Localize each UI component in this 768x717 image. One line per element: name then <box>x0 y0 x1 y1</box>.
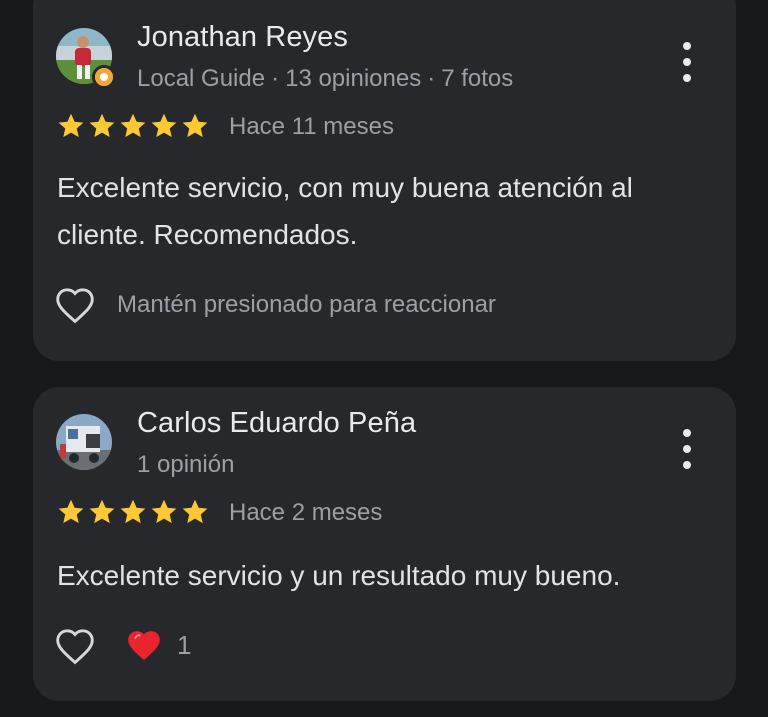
review-date: Hace 11 meses <box>229 113 394 140</box>
star-icon <box>89 113 115 138</box>
review-text: Excelente servicio, con muy buena atenci… <box>57 172 633 250</box>
star-icon <box>182 499 208 524</box>
review-count: 1 opinión <box>137 451 235 478</box>
star-icon <box>151 499 177 524</box>
star-icon <box>58 113 84 138</box>
star-icon <box>151 113 177 138</box>
star-icon <box>89 499 115 524</box>
more-vert-icon <box>683 429 691 437</box>
review-card: Carlos Eduardo Peña 1 opinión Hace 2 mes… <box>33 387 736 701</box>
review-count: 13 opiniones <box>285 65 422 92</box>
author-name[interactable]: Jonathan Reyes <box>137 21 348 54</box>
heart-outline-icon[interactable] <box>54 286 96 324</box>
author-meta: 1 opinión <box>137 451 234 479</box>
author-name[interactable]: Carlos Eduardo Peña <box>137 407 416 440</box>
review-text: Excelente servicio y un resultado muy bu… <box>57 560 621 591</box>
review-card: Jonathan Reyes Local Guide · 13 opiniones ·… <box>33 0 736 361</box>
photo-count: 7 fotos <box>441 65 514 92</box>
star-rating <box>56 111 210 141</box>
author-meta: Local Guide · 13 opiniones · 7 fotos <box>137 65 513 93</box>
more-vert-icon <box>683 42 691 50</box>
heart-outline-icon[interactable] <box>54 627 96 665</box>
star-icon <box>182 113 208 138</box>
meta-separator: · <box>427 65 436 92</box>
more-options-button[interactable] <box>675 42 699 82</box>
local-guide-label: Local Guide <box>137 65 266 92</box>
star-rating <box>56 497 210 527</box>
star-icon <box>120 113 146 138</box>
review-date: Hace 2 meses <box>229 499 383 526</box>
star-icon <box>58 499 84 524</box>
reaction-count: 1 <box>177 629 192 660</box>
avatar[interactable] <box>56 414 112 470</box>
local-guide-badge-icon <box>92 65 116 89</box>
heart-filled-icon <box>128 631 160 661</box>
reaction-chip[interactable]: 1 <box>125 627 191 663</box>
star-icon <box>120 499 146 524</box>
meta-separator: · <box>271 65 280 92</box>
more-options-button[interactable] <box>675 429 699 469</box>
react-hint: Mantén presionado para reaccionar <box>117 291 496 318</box>
